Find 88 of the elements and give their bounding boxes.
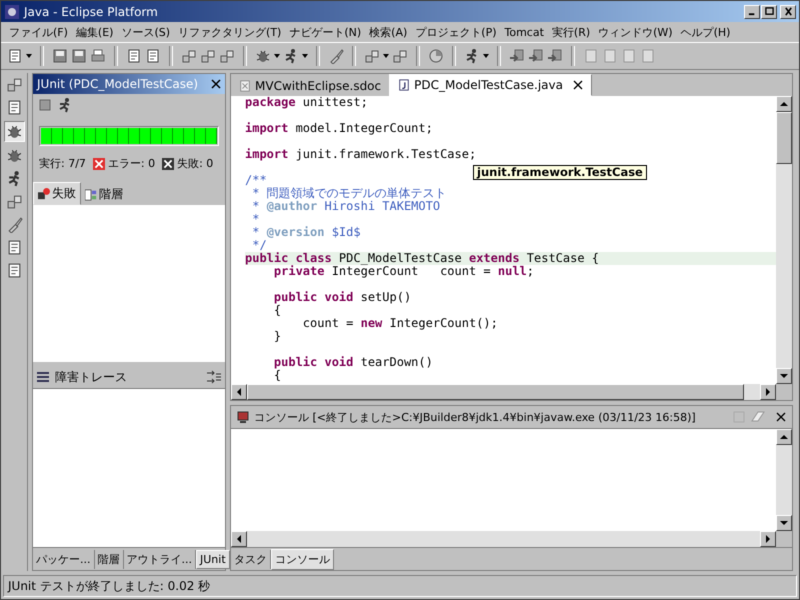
- menu-item[interactable]: 検索(A): [365, 24, 412, 40]
- caret-icon[interactable]: [26, 54, 32, 58]
- failure-icon: [38, 188, 50, 200]
- code-line: import model.IntegerCount;: [245, 122, 434, 135]
- brush-icon[interactable]: [328, 48, 344, 64]
- editor-tab[interactable]: MVCwithEclipse.sdoc: [231, 76, 390, 96]
- count-label: 失敗: 0: [177, 156, 214, 171]
- maximize-button[interactable]: [761, 4, 777, 18]
- pie-chart-icon[interactable]: [428, 48, 444, 64]
- code-line: *: [251, 213, 260, 226]
- failure-icon: [162, 158, 174, 170]
- code-line: * @author Hiroshi TAKEMOTO: [251, 200, 442, 213]
- monitor-icon: [237, 411, 249, 423]
- caret-icon[interactable]: [483, 54, 489, 58]
- menu-item[interactable]: 実行(R): [548, 24, 594, 40]
- code-line: public void setUp(): [272, 291, 412, 304]
- console-title: コンソール [<終了しました>C:¥JBuilder8¥jdk1.4¥bin¥javaw.exe (03/11/23 16:58)]: [254, 410, 697, 424]
- view-tab[interactable]: パッケー...: [33, 550, 94, 568]
- close-icon[interactable]: [572, 80, 583, 90]
- arrow-icon[interactable]: [547, 48, 563, 64]
- boxes-icon[interactable]: [200, 48, 216, 64]
- page-icon[interactable]: [7, 48, 23, 64]
- menu-item[interactable]: Tomcat: [500, 26, 548, 38]
- code-line: {: [272, 304, 282, 317]
- code-line: private IntegerCount count = null;: [274, 265, 536, 278]
- horizontal-scrollbar[interactable]: [231, 384, 776, 400]
- file-icon: [239, 80, 251, 92]
- menu-item[interactable]: 編集(E): [72, 24, 118, 40]
- java-file-icon: [398, 79, 410, 91]
- view-tab[interactable]: 階層: [81, 184, 127, 205]
- code-line: /**: [245, 174, 267, 187]
- tree-icon: [85, 188, 97, 200]
- status-text: JUnit テストが終了しました: 0.02 秒: [8, 578, 210, 594]
- view-tab[interactable]: 失敗: [33, 182, 81, 205]
- code-line: }: [272, 330, 282, 343]
- boxes-icon[interactable]: [392, 48, 408, 64]
- close-icon[interactable]: [776, 412, 786, 422]
- caret-icon[interactable]: [302, 54, 308, 58]
- list-icon: [37, 371, 49, 383]
- window-title: Java - Eclipse Platform: [24, 4, 159, 18]
- bug-icon[interactable]: [4, 121, 24, 142]
- code-line: */: [251, 239, 268, 252]
- code-line: package unittest;: [245, 96, 369, 109]
- horizontal-scrollbar[interactable]: [231, 531, 776, 547]
- page-icon[interactable]: [126, 48, 142, 64]
- view-tab[interactable]: 階層: [94, 550, 124, 568]
- app-icon: [4, 4, 20, 20]
- view-tab[interactable]: JUnit: [196, 550, 230, 568]
- tooltip: junit.framework.TestCase: [473, 165, 647, 180]
- stop-icon[interactable]: [37, 97, 53, 113]
- code-line: count = new IntegerCount();: [302, 317, 499, 330]
- caret-icon[interactable]: [383, 54, 389, 58]
- code-line: {: [272, 369, 282, 382]
- vertical-scrollbar[interactable]: [776, 96, 792, 384]
- boxes-icon[interactable]: [219, 48, 235, 64]
- boxes-icon[interactable]: [181, 48, 197, 64]
- printer-icon[interactable]: [90, 48, 106, 64]
- arrow-icon[interactable]: [509, 48, 525, 64]
- code-line: import junit.framework.TestCase;: [245, 148, 478, 161]
- bug-icon[interactable]: [255, 48, 271, 64]
- page-icon[interactable]: [145, 48, 161, 64]
- close-icon[interactable]: [211, 79, 221, 89]
- menu-item[interactable]: ソース(S): [117, 24, 174, 40]
- menu-item[interactable]: ファイル(F): [5, 24, 72, 40]
- close-button[interactable]: [780, 4, 796, 18]
- maximize-icon: [764, 7, 774, 16]
- count-label: エラー: 0: [108, 156, 156, 171]
- editor-tab[interactable]: PDC_ModelTestCase.java: [389, 74, 592, 96]
- arrow-icon[interactable]: [528, 48, 544, 64]
- menu-item[interactable]: リファクタリング(T): [174, 24, 286, 40]
- close-icon: [782, 7, 794, 16]
- view-title: 障害トレース: [55, 368, 128, 386]
- code-line: public void tearDown(): [272, 356, 434, 369]
- boxes-icon[interactable]: [364, 48, 380, 64]
- caret-icon[interactable]: [274, 54, 280, 58]
- menu-item[interactable]: ウィンドウ(W): [594, 24, 677, 40]
- menu-item[interactable]: ヘルプ(H): [676, 24, 734, 40]
- code-line: * 問題領域でのモデルの単体テスト: [251, 187, 448, 200]
- menu-item[interactable]: ナビゲート(N): [285, 24, 366, 40]
- error-icon: [92, 158, 105, 170]
- view-tab[interactable]: コンソール: [271, 548, 334, 570]
- code-line: * @version $Id$: [251, 226, 362, 239]
- vertical-scrollbar[interactable]: [776, 429, 792, 531]
- filter-icon[interactable]: [207, 370, 221, 384]
- minimize-button[interactable]: [744, 4, 760, 18]
- menu-item[interactable]: プロジェクト(P): [411, 24, 500, 40]
- view-title: JUnit (PDC_ModelTestCase): [37, 77, 200, 91]
- count-label: 実行: 7/7: [39, 156, 86, 171]
